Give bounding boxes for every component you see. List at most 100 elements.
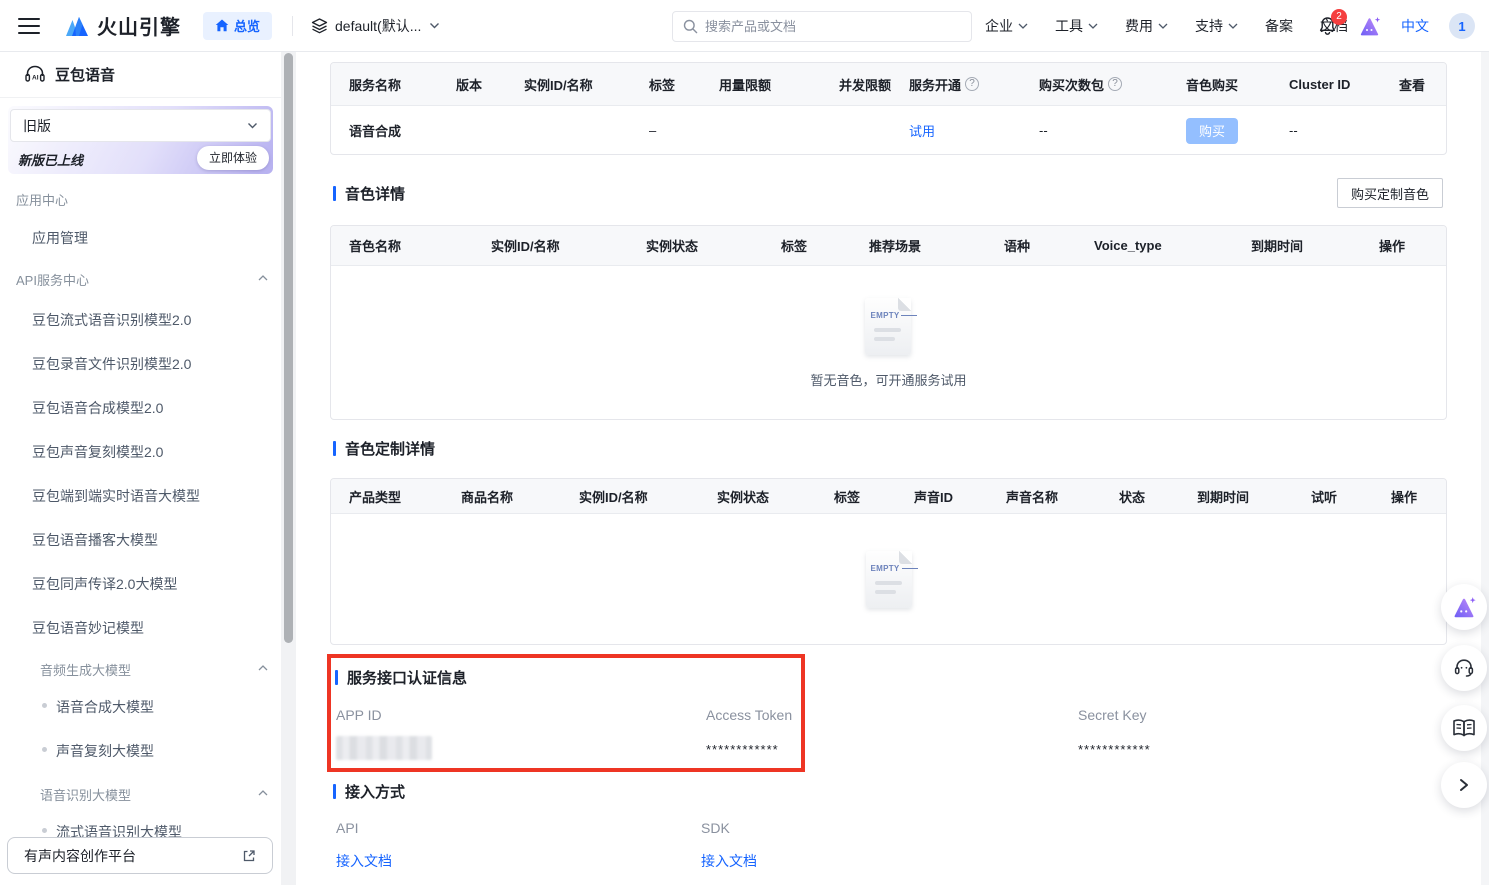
menu-icp[interactable]: 备案 — [1265, 16, 1293, 36]
sidebar-item-api-5[interactable]: 豆包语音播客大模型 — [32, 530, 158, 550]
group-app-center: 应用中心 — [16, 190, 68, 209]
doc-fold — [898, 298, 911, 311]
search-input[interactable] — [705, 19, 961, 34]
sdk-doc-link[interactable]: 接入文档 — [701, 851, 757, 871]
layers-icon — [311, 18, 328, 34]
volcengine-logo-icon — [62, 15, 89, 37]
column-header: 标签 — [649, 75, 719, 94]
column-header: 声音ID — [914, 487, 1006, 506]
column-header: 到期时间 — [1251, 236, 1379, 255]
menu-support[interactable]: 支持 — [1195, 16, 1238, 36]
bullet-dot — [42, 828, 47, 833]
audio-creation-platform-link[interactable]: 有声内容创作平台 — [7, 837, 273, 874]
column-header: 实例ID/名称 — [524, 75, 649, 94]
column-header: 操作 — [1391, 487, 1446, 506]
chevron-down-icon — [247, 122, 258, 129]
menu-billing[interactable]: 费用 — [1125, 16, 1168, 36]
voice-table: 音色名称 实例ID/名称 实例状态 标签 推荐场景 语种 Voice_type … — [330, 225, 1447, 420]
custom-section-title: 音色定制详情 — [333, 438, 435, 459]
section-accent-bar — [335, 670, 338, 685]
column-header: 用量限额 — [719, 75, 839, 94]
collapse-float-button[interactable] — [1441, 762, 1487, 808]
menu-enterprise[interactable]: 企业 — [985, 16, 1028, 36]
sidebar-item-tts-large[interactable]: 语音合成大模型 — [56, 697, 154, 717]
project-selector-value: default(默认... — [335, 16, 421, 36]
cluster-id-value: -- — [1289, 123, 1399, 138]
service-table-header: 服务名称 版本 实例ID/名称 标签 用量限额 并发限额 服务开通? 购买次数包… — [331, 63, 1446, 106]
trial-link[interactable]: 试用 — [909, 124, 935, 139]
overview-button[interactable]: 总览 — [203, 12, 272, 40]
notifications-button[interactable]: 2 — [1318, 16, 1338, 36]
sidebar-item-api-0[interactable]: 豆包流式语音识别模型2.0 — [32, 310, 191, 330]
section-accent-bar — [333, 186, 336, 201]
sidebar-item-voice-clone-large[interactable]: 声音复刻大模型 — [56, 741, 154, 761]
sidebar-scrollbar-thumb[interactable] — [284, 53, 293, 643]
sidebar-item-api-3[interactable]: 豆包声音复刻模型2.0 — [32, 442, 163, 462]
chevron-up-icon[interactable] — [258, 275, 268, 281]
empty-doc-icon: EMPTY — [865, 298, 911, 355]
column-header: Cluster ID — [1289, 77, 1399, 92]
menu-tools[interactable]: 工具 — [1055, 16, 1098, 36]
column-header: 到期时间 — [1197, 487, 1311, 506]
sidebar-item-api-6[interactable]: 豆包同声传译2.0大模型 — [32, 574, 177, 594]
empty-doc-icon: EMPTY — [866, 551, 912, 608]
support-float-button[interactable] — [1441, 645, 1487, 691]
language-switcher[interactable]: 中文 — [1401, 16, 1429, 36]
column-header: 音色名称 — [349, 236, 491, 255]
notification-badge: 2 — [1331, 9, 1347, 25]
empty-state-text: 暂无音色，可开通服务试用 — [810, 370, 966, 389]
section-accent-bar — [333, 784, 336, 799]
chevron-up-icon[interactable] — [258, 790, 268, 796]
help-icon[interactable]: ? — [965, 77, 979, 91]
avatar[interactable]: 1 — [1449, 13, 1475, 39]
chevron-down-icon — [1228, 23, 1238, 29]
column-header: 语种 — [1004, 236, 1094, 255]
svg-text:AI: AI — [32, 75, 39, 82]
sidebar-header: AI 豆包语音 — [0, 52, 281, 98]
project-selector[interactable]: default(默认... — [311, 16, 440, 36]
column-header: 标签 — [834, 487, 914, 506]
api-doc-link[interactable]: 接入文档 — [336, 851, 392, 871]
group-asr: 语音识别大模型 — [40, 785, 131, 804]
sidebar-item-api-4[interactable]: 豆包端到端实时语音大模型 — [32, 486, 200, 506]
ai-assistant-float-button[interactable] — [1441, 584, 1487, 630]
buy-button[interactable]: 购买 — [1186, 118, 1238, 144]
column-header: 试听 — [1311, 487, 1391, 506]
chevron-down-icon — [1018, 23, 1028, 29]
chevron-down-icon — [429, 22, 440, 29]
book-icon — [1452, 718, 1476, 738]
column-header: Voice_type — [1094, 238, 1251, 253]
sidebar-item-api-1[interactable]: 豆包录音文件识别模型2.0 — [32, 354, 191, 374]
sidebar-scrollbar-track — [281, 52, 296, 885]
ai-assistant-icon[interactable] — [1358, 15, 1381, 37]
voice-table-empty-state: EMPTY 暂无音色，可开通服务试用 — [331, 266, 1446, 420]
sidebar-item-api-7[interactable]: 豆包语音妙记模型 — [32, 618, 144, 638]
help-icon[interactable]: ? — [1108, 77, 1122, 91]
doc-fold — [899, 551, 912, 564]
volcengine-logo[interactable]: 火山引擎 — [62, 11, 181, 40]
auth-section-title: 服务接口认证信息 — [335, 667, 467, 688]
sidebar-item-app-management[interactable]: 应用管理 — [32, 228, 88, 248]
service-table-row: 语音合成 – 试用 -- 购买 -- — [331, 106, 1446, 155]
chevron-up-icon[interactable] — [258, 665, 268, 671]
column-header: 实例状态 — [717, 487, 834, 506]
voice-table-header: 音色名称 实例ID/名称 实例状态 标签 推荐场景 语种 Voice_type … — [331, 226, 1446, 266]
try-now-button[interactable]: 立即体验 — [197, 146, 269, 170]
hamburger-menu-icon[interactable] — [18, 18, 40, 34]
chevron-down-icon — [1158, 23, 1168, 29]
buy-custom-voice-button[interactable]: 购买定制音色 — [1337, 178, 1443, 208]
column-header: 商品名称 — [461, 487, 579, 506]
group-audio-gen: 音频生成大模型 — [40, 660, 131, 679]
column-header: 服务名称 — [349, 75, 456, 94]
custom-table-header: 产品类型 商品名称 实例ID/名称 实例状态 标签 声音ID 声音名称 状态 到… — [331, 479, 1446, 514]
top-navbar: 火山引擎 总览 default(默认... 企业 工具 — [0, 0, 1489, 52]
voice-section-title: 音色详情 — [333, 183, 405, 204]
sidebar-title: 豆包语音 — [55, 64, 115, 85]
version-select[interactable]: 旧版 — [10, 109, 271, 142]
column-header: 声音名称 — [1006, 487, 1119, 506]
docs-float-button[interactable] — [1441, 705, 1487, 751]
sidebar-item-api-2[interactable]: 豆包语音合成模型2.0 — [32, 398, 163, 418]
logo-text: 火山引擎 — [97, 11, 181, 40]
column-header: 实例ID/名称 — [579, 487, 717, 506]
bullet-dot — [42, 747, 47, 752]
